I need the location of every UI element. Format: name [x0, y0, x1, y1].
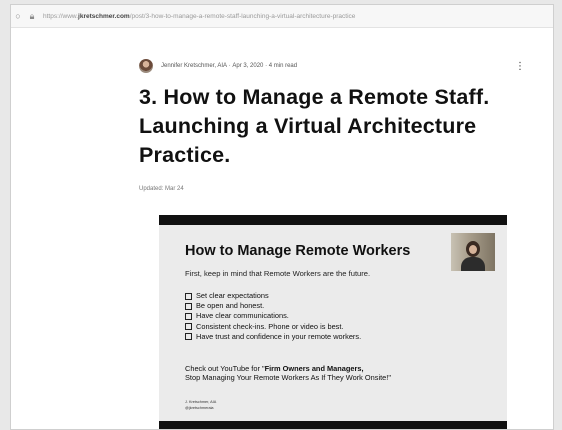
checkbox-icon	[185, 323, 192, 331]
more-options-icon[interactable]: ⋮	[515, 61, 525, 72]
checkbox-icon	[185, 313, 192, 320]
blog-post: Jennifer Kretschmer, AIA · Apr 3, 2020 ·…	[139, 57, 549, 192]
checkbox-icon	[185, 333, 192, 341]
checklist-item: Consistent check-ins. Phone or video is …	[185, 322, 361, 332]
presenter-body	[461, 257, 485, 271]
presenter-video-thumbnail	[451, 233, 495, 271]
checklist-item: Have clear communications.	[185, 311, 361, 321]
post-date: Apr 3, 2020	[232, 63, 264, 69]
slide-image[interactable]: How to Manage Remote Workers First, keep…	[159, 215, 507, 429]
post-title: 3. How to Manage a Remote Staff. Launchi…	[139, 85, 490, 167]
youtube-promo: Check out YouTube for "Firm Owners and M…	[185, 364, 391, 382]
address-bar[interactable]: ○ 🔒︎ https://www.jkretschmer.com/post/3-…	[11, 5, 553, 28]
url-text[interactable]: https://www.jkretschmer.com/post/3-how-t…	[43, 13, 355, 20]
author-name[interactable]: Jennifer Kretschmer, AIA	[161, 63, 227, 69]
slide-title: How to Manage Remote Workers	[185, 243, 411, 259]
checklist-item: Set clear expectations	[185, 291, 361, 301]
updated-date: Updated: Mar 24	[139, 186, 184, 192]
lock-icon[interactable]: 🔒︎	[25, 11, 39, 22]
checklist-item: Have trust and confidence in your remote…	[185, 332, 361, 342]
slide-subtitle: First, keep in mind that Remote Workers …	[185, 269, 371, 278]
slide-content: How to Manage Remote Workers First, keep…	[159, 225, 507, 421]
presenter-face	[469, 245, 477, 254]
post-meta: Jennifer Kretschmer, AIA · Apr 3, 2020 ·…	[139, 57, 549, 75]
checkbox-icon	[185, 292, 192, 300]
checklist-item: Be open and honest.	[185, 301, 361, 311]
page-info-icon[interactable]: ○	[11, 11, 25, 21]
checkbox-icon	[185, 302, 192, 310]
read-time: 4 min read	[268, 63, 298, 69]
author-avatar[interactable]	[139, 59, 153, 73]
browser-window: ○ 🔒︎ https://www.jkretschmer.com/post/3-…	[10, 4, 554, 430]
slide-signature: J. Kretschmer, AIA @jkretschmeraia	[185, 400, 217, 410]
checklist: Set clear expectations Be open and hones…	[185, 291, 361, 342]
